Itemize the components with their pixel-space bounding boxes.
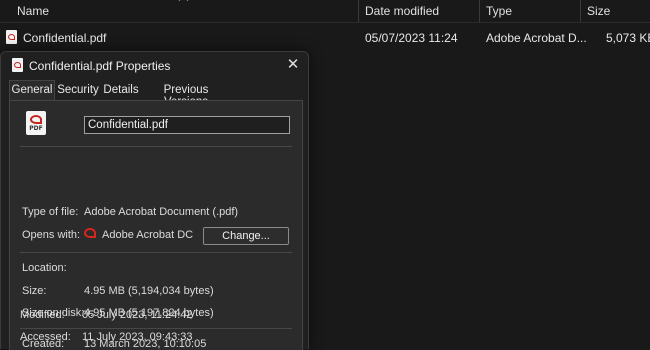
column-header-name[interactable]: Name <box>17 4 49 18</box>
type-of-file-label: Type of file: <box>22 206 79 218</box>
accessed-value: 11 July 2023, 09:43:33 <box>82 331 193 343</box>
column-header-type[interactable]: Type <box>486 4 512 18</box>
file-date-modified: 05/07/2023 11:24 <box>365 31 458 45</box>
dialog-titlebar[interactable]: Confidential.pdf Properties ✕ <box>1 52 308 78</box>
adobe-acrobat-icon <box>84 227 96 239</box>
divider <box>20 146 292 147</box>
column-divider[interactable] <box>580 0 581 22</box>
size-value: 4.95 MB (5,194,034 bytes) <box>84 285 214 297</box>
pdf-document-icon: PDF <box>26 111 46 135</box>
change-button[interactable]: Change... <box>203 227 289 245</box>
file-list-header: Name Date modified Type Size <box>0 0 650 23</box>
sort-ascending-icon[interactable] <box>178 0 189 6</box>
divider <box>20 328 292 329</box>
file-type: Adobe Acrobat D... <box>486 31 587 45</box>
tab-details[interactable]: Details <box>102 81 140 100</box>
close-icon[interactable]: ✕ <box>284 56 302 74</box>
tab-general[interactable]: General <box>9 80 55 101</box>
file-row[interactable]: Confidential.pdf 05/07/2023 11:24 Adobe … <box>0 27 650 47</box>
pdf-file-icon <box>12 58 23 72</box>
file-size: 5,073 KB <box>606 31 650 45</box>
column-header-date-modified[interactable]: Date modified <box>365 4 439 18</box>
accessed-label: Accessed: <box>20 331 71 343</box>
pdf-file-icon <box>6 30 17 44</box>
location-label: Location: <box>22 262 67 274</box>
type-of-file-value: Adobe Acrobat Document (.pdf) <box>84 206 239 218</box>
opens-with-value: Adobe Acrobat DC <box>102 229 194 241</box>
opens-with-label: Opens with: <box>22 229 81 241</box>
properties-dialog: Confidential.pdf Properties ✕ General Se… <box>0 51 309 350</box>
column-divider[interactable] <box>479 0 480 22</box>
tab-previous-versions[interactable]: Previous Versions <box>143 81 229 108</box>
file-name: Confidential.pdf <box>23 31 107 45</box>
divider <box>20 252 292 253</box>
modified-label: Modified: <box>20 309 65 321</box>
dialog-title: Confidential.pdf Properties <box>29 59 171 73</box>
column-divider[interactable] <box>358 0 359 22</box>
modified-value: 05 July 2023, 11:24:42 <box>82 309 193 321</box>
tab-security[interactable]: Security <box>57 81 99 100</box>
column-header-size[interactable]: Size <box>587 4 610 18</box>
size-label: Size: <box>22 285 47 297</box>
filename-field[interactable]: Confidential.pdf <box>84 116 290 134</box>
